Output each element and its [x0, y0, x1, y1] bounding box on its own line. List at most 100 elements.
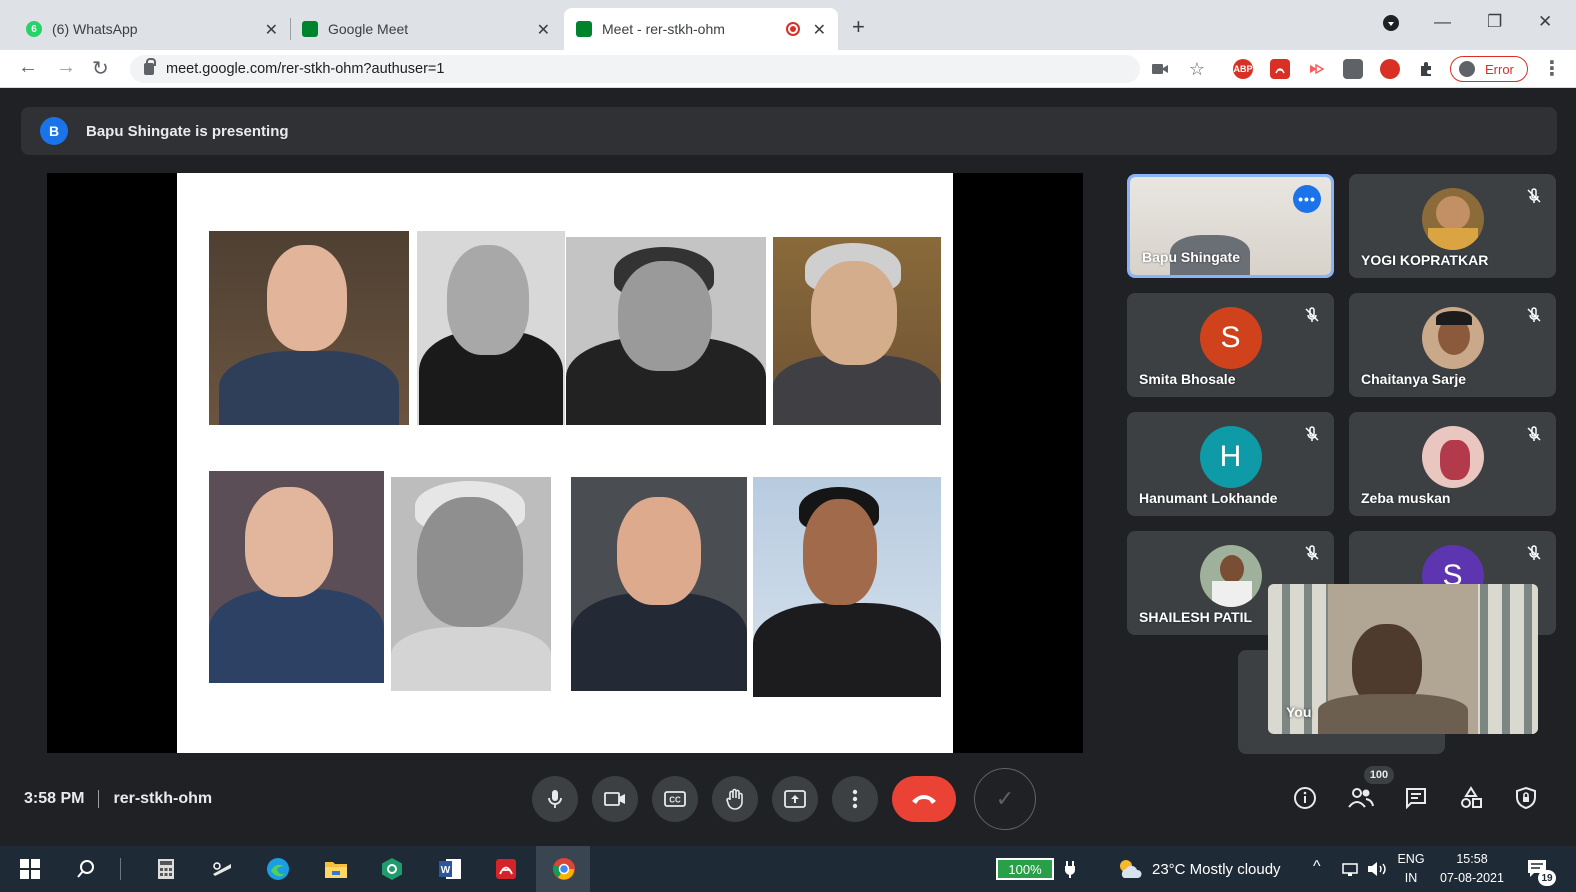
- system-clock[interactable]: 15:58 07-08-2021: [1436, 850, 1508, 888]
- puzzle-ext-icon[interactable]: [1343, 59, 1363, 79]
- raise-hand-button[interactable]: [712, 776, 758, 822]
- adblock-icon[interactable]: ABP: [1233, 59, 1253, 79]
- captions-button[interactable]: CC: [652, 776, 698, 822]
- participant-tile[interactable]: Zeba muskan: [1349, 412, 1556, 516]
- speaker-icon[interactable]: [1364, 855, 1392, 883]
- restore-button[interactable]: ❐: [1487, 12, 1502, 32]
- acrobat-icon[interactable]: [492, 855, 520, 883]
- tab-meet-active[interactable]: Meet - rer-stkh-ohm ✕: [564, 8, 838, 50]
- slide-photo: [753, 477, 941, 697]
- self-view[interactable]: You: [1268, 584, 1538, 734]
- self-label: You: [1286, 704, 1312, 720]
- avatar: [1459, 61, 1475, 77]
- search-icon[interactable]: [72, 855, 100, 883]
- hand-icon: [726, 788, 743, 810]
- language-indicator[interactable]: ENG IN: [1394, 850, 1428, 888]
- chrome-icon[interactable]: [550, 855, 578, 883]
- profile-status-text: Error: [1485, 61, 1514, 77]
- participant-avatar: [1199, 545, 1262, 607]
- file-explorer-icon[interactable]: [322, 855, 350, 883]
- chat-button[interactable]: [1402, 784, 1430, 812]
- participant-tile[interactable]: H Hanumant Lokhande: [1127, 412, 1334, 516]
- participant-name: YOGI KOPRATKAR: [1361, 252, 1489, 268]
- pdf-icon[interactable]: [1270, 59, 1290, 79]
- participant-tile[interactable]: YOGI KOPRATKAR: [1349, 174, 1556, 278]
- closed-captions-icon: CC: [664, 791, 686, 807]
- chevron-up-icon[interactable]: ^: [1313, 858, 1321, 876]
- participant-avatar: [1421, 426, 1484, 488]
- cast-icon[interactable]: [1307, 59, 1327, 79]
- battery-indicator[interactable]: 100%: [996, 858, 1054, 880]
- word-icon[interactable]: W: [436, 855, 464, 883]
- camera-icon[interactable]: [1150, 59, 1170, 79]
- close-tab-icon[interactable]: ✕: [537, 20, 550, 40]
- leave-call-button[interactable]: [892, 776, 956, 822]
- calculator-icon[interactable]: [152, 855, 180, 883]
- participant-name: Chaitanya Sarje: [1361, 371, 1467, 387]
- participant-tile[interactable]: S Smita Bhosale: [1127, 293, 1334, 397]
- mic-off-icon: [1305, 545, 1319, 560]
- url-text: meet.google.com/rer-stkh-ohm?authuser=1: [166, 61, 445, 77]
- snipping-tool-icon[interactable]: [208, 855, 236, 883]
- reload-button[interactable]: ↻: [92, 56, 109, 81]
- clock-date: 07-08-2021: [1440, 871, 1504, 885]
- star-icon[interactable]: ☆: [1187, 59, 1207, 79]
- slide-photo: [209, 231, 409, 425]
- participant-name: Bapu Shingate: [1142, 249, 1241, 265]
- close-tab-icon[interactable]: ✕: [265, 20, 278, 40]
- svg-text:W: W: [441, 865, 451, 876]
- camera-button[interactable]: [592, 776, 638, 822]
- participant-avatar: [1421, 307, 1484, 369]
- new-tab-button[interactable]: +: [852, 14, 865, 40]
- profile-error-button[interactable]: Error: [1450, 56, 1528, 82]
- more-options-button[interactable]: [832, 776, 878, 822]
- mic-button[interactable]: [532, 776, 578, 822]
- video-camera-icon: [604, 792, 625, 806]
- tab-whatsapp[interactable]: 6 (6) WhatsApp ✕: [14, 8, 290, 50]
- network-icon[interactable]: [1338, 855, 1366, 883]
- svg-text:CC: CC: [669, 796, 681, 805]
- weather-text[interactable]: 23°C Mostly cloudy: [1152, 861, 1281, 878]
- participant-name: Zeba muskan: [1361, 490, 1451, 506]
- self-shoulders: [1318, 694, 1468, 734]
- participant-tile[interactable]: Chaitanya Sarje: [1349, 293, 1556, 397]
- tab-google-meet[interactable]: Google Meet ✕: [290, 8, 562, 50]
- chrome-profile-icon[interactable]: [1382, 14, 1400, 37]
- presenting-text: Bapu Shingate is presenting: [86, 122, 289, 140]
- extensions-icon[interactable]: [1416, 59, 1436, 79]
- minimize-button[interactable]: —: [1434, 12, 1451, 32]
- edge-icon[interactable]: [264, 855, 292, 883]
- chrome-menu-button[interactable]: ⋮: [1542, 56, 1562, 81]
- close-tab-icon[interactable]: ✕: [813, 20, 826, 40]
- activities-button[interactable]: [1457, 784, 1485, 812]
- present-screen-icon: [784, 790, 806, 808]
- address-bar[interactable]: meet.google.com/rer-stkh-ohm?authuser=1: [130, 55, 1140, 83]
- close-window-button[interactable]: ✕: [1538, 12, 1552, 32]
- tomato-icon[interactable]: [1380, 59, 1400, 79]
- host-controls-button[interactable]: [1512, 784, 1540, 812]
- back-button[interactable]: ←: [18, 56, 38, 79]
- forward-button[interactable]: →: [56, 56, 76, 79]
- check-overlay-button[interactable]: ✓: [974, 768, 1036, 830]
- people-button[interactable]: [1347, 784, 1375, 812]
- presenting-banner: B Bapu Shingate is presenting: [21, 107, 1557, 155]
- slide-photo: [571, 477, 747, 691]
- more-options-icon[interactable]: •••: [1293, 185, 1321, 213]
- clock-time: 15:58: [1456, 852, 1488, 866]
- weather-cloud-icon[interactable]: [1116, 855, 1144, 883]
- app-hexagon-icon[interactable]: [378, 855, 406, 883]
- windows-start-icon[interactable]: [16, 855, 44, 883]
- language-code: ENG: [1397, 852, 1425, 866]
- present-now-button[interactable]: [772, 776, 818, 822]
- meeting-info: 3:58 PM rer-stkh-ohm: [24, 790, 212, 808]
- chat-icon: [1406, 788, 1426, 809]
- slide-photo: [209, 471, 384, 683]
- meeting-details-button[interactable]: [1291, 784, 1319, 812]
- mic-off-icon: [1527, 188, 1541, 203]
- people-icon: [1348, 788, 1374, 808]
- participant-tile[interactable]: ••• Bapu Shingate: [1127, 174, 1334, 278]
- participant-name: SHAILESH PATIL: [1139, 609, 1253, 625]
- mic-off-icon: [1527, 307, 1541, 322]
- divider: [120, 858, 121, 880]
- shield-lock-icon: [1516, 786, 1536, 810]
